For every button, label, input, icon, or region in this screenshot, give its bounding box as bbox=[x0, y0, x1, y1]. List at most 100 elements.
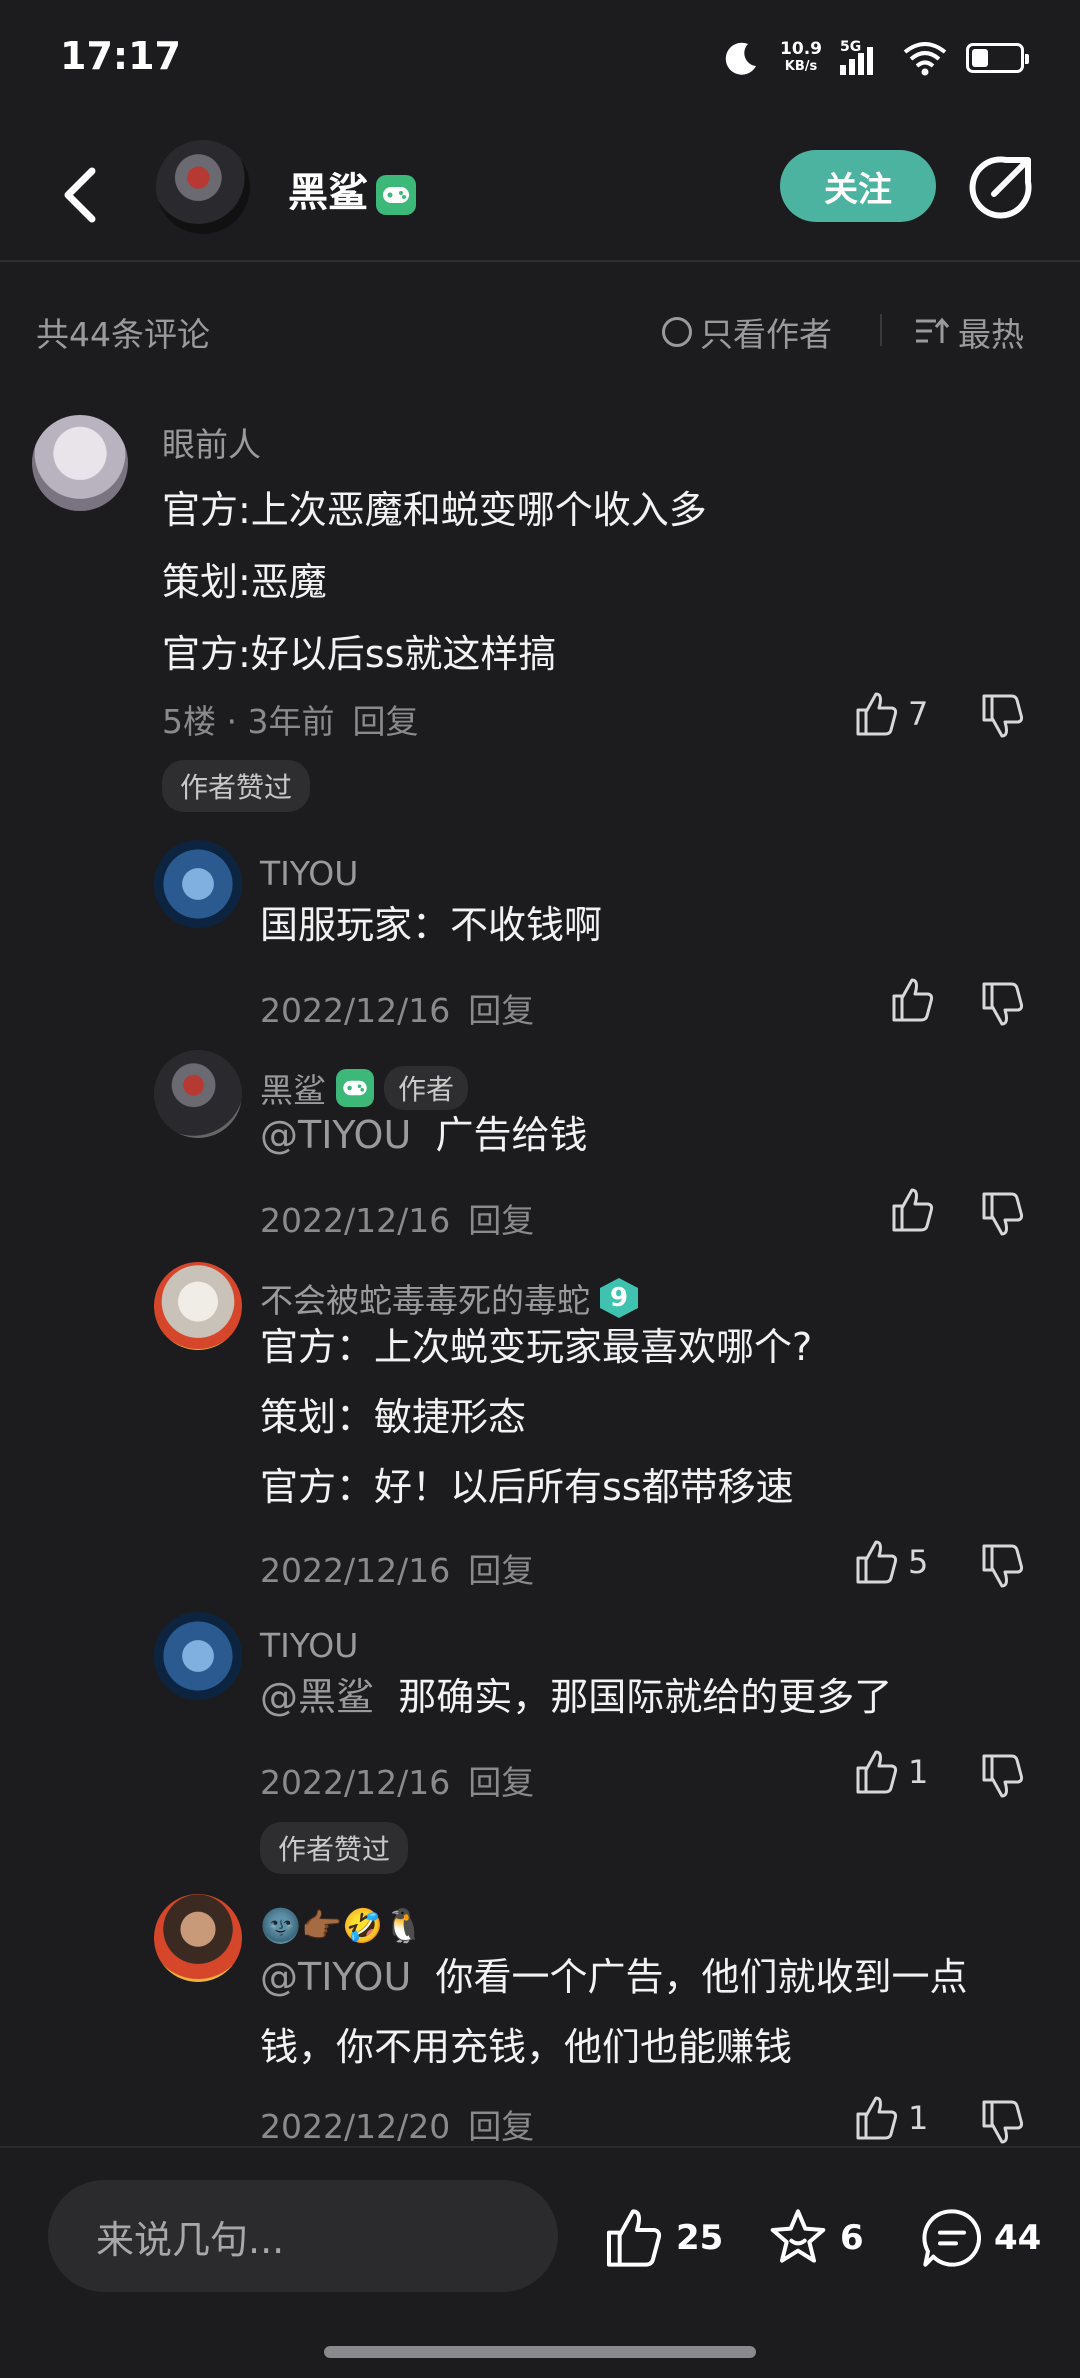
follow-button[interactable]: 关注 bbox=[780, 150, 936, 222]
reply-date: 2022/12/16 bbox=[260, 1763, 451, 1802]
dislike-button[interactable] bbox=[978, 692, 1030, 744]
network-type: 5G bbox=[840, 39, 862, 55]
reply-date: 2022/12/16 bbox=[260, 1551, 451, 1590]
like-button[interactable]: 1 bbox=[852, 2094, 928, 2142]
reply-meta: 2022/12/16 回复 bbox=[260, 984, 534, 1032]
reply-username[interactable]: 🌚👉🏾🤣🐧 bbox=[260, 1906, 424, 1946]
radio-icon bbox=[662, 317, 692, 347]
thumbs-up-icon bbox=[856, 1750, 898, 1794]
avatar[interactable] bbox=[154, 1612, 242, 1700]
comment-toolbar: 共44条评论 只看作者 最热 bbox=[0, 300, 1080, 360]
comments-button[interactable]: 44 bbox=[920, 2206, 1041, 2270]
reply-body: 广告给钱 bbox=[435, 1113, 588, 1157]
reply-button[interactable]: 回复 bbox=[468, 1763, 534, 1802]
comment-count: 44 bbox=[994, 2218, 1042, 2258]
avatar[interactable] bbox=[154, 1262, 242, 1350]
reply-button[interactable]: 回复 bbox=[468, 2107, 534, 2146]
sort-button[interactable]: 最热 bbox=[914, 308, 1024, 356]
reply-body: 那确实，那国际就给的更多了 bbox=[398, 1675, 893, 1719]
like-count: 25 bbox=[676, 2218, 724, 2258]
reply-date: 2022/12/16 bbox=[260, 991, 451, 1030]
reply-text-line-3: 官方：好！以后所有ss都带移速 bbox=[260, 1465, 794, 1509]
battery-icon bbox=[966, 43, 1029, 73]
reply-button[interactable]: 回复 bbox=[352, 702, 418, 741]
comment-text-line-1: 官方:上次恶魔和蜕变哪个收入多 bbox=[162, 488, 707, 532]
back-arrow-icon bbox=[64, 167, 96, 223]
thumbs-up-icon bbox=[892, 978, 934, 1022]
reply-text-line-1: 官方：上次蜕变玩家最喜欢哪个? bbox=[260, 1325, 813, 1369]
like-button[interactable]: 1 bbox=[852, 1748, 928, 1796]
reply-button[interactable]: 回复 bbox=[468, 1201, 534, 1240]
battery-fill bbox=[972, 49, 988, 67]
page-title: 黑鲨 bbox=[288, 170, 368, 216]
like-count: 1 bbox=[908, 1753, 929, 1791]
avatar[interactable] bbox=[154, 840, 242, 928]
avatar[interactable] bbox=[32, 415, 128, 511]
back-button[interactable] bbox=[50, 160, 110, 230]
net-speed: 10.9 KB/s bbox=[780, 40, 822, 76]
mention-link[interactable]: @TIYOU bbox=[260, 1113, 411, 1157]
reply-body: 你看一个广告，他们就收到一点 bbox=[435, 1955, 968, 1999]
mention-link[interactable]: @TIYOU bbox=[260, 1955, 411, 1999]
comment-bubble-icon bbox=[922, 2209, 982, 2267]
favorite-button[interactable]: 6 bbox=[766, 2206, 864, 2270]
comment-meta: 5楼 · 3年前 回复 bbox=[162, 695, 418, 743]
status-bar: 17:17 10.9 KB/s 5G bbox=[0, 0, 1080, 120]
reply-meta: 2022/12/16 回复 bbox=[260, 1544, 534, 1592]
dislike-button[interactable] bbox=[978, 1542, 1030, 1594]
reply-meta: 2022/12/20 回复 bbox=[260, 2100, 534, 2146]
mention-link[interactable]: @黑鲨 bbox=[260, 1675, 374, 1719]
reply-meta: 2022/12/16 回复 bbox=[260, 1194, 534, 1242]
reply-username[interactable]: TIYOU bbox=[260, 854, 358, 893]
home-indicator[interactable] bbox=[324, 2346, 756, 2358]
header-user[interactable]: 黑鲨 bbox=[288, 160, 416, 218]
reply-button[interactable]: 回复 bbox=[468, 1551, 534, 1590]
reply-date: 2022/12/20 bbox=[260, 2107, 451, 2146]
bottom-bar: 来说几句... 25 6 44 bbox=[0, 2146, 1080, 2378]
dislike-button[interactable] bbox=[978, 1190, 1030, 1242]
reply-item: 黑鲨 作者 @TIYOU 广告给钱 2022/12/16 回复 bbox=[0, 1050, 1080, 1250]
avatar[interactable] bbox=[154, 1050, 242, 1138]
thumbs-up-icon bbox=[607, 2209, 662, 2267]
share-icon[interactable] bbox=[966, 152, 1036, 222]
like-button[interactable] bbox=[888, 1186, 936, 1234]
header: 黑鲨 关注 bbox=[0, 130, 1080, 262]
dislike-button[interactable] bbox=[978, 980, 1030, 1032]
reply-date: 2022/12/16 bbox=[260, 1201, 451, 1240]
thumbs-down-icon bbox=[982, 1544, 1024, 1588]
dislike-button[interactable] bbox=[978, 1752, 1030, 1804]
comment-text-line-3: 官方:好以后ss就这样搞 bbox=[162, 632, 557, 676]
dislike-button[interactable] bbox=[978, 2098, 1030, 2146]
like-count: 7 bbox=[908, 695, 929, 733]
thumbs-down-icon bbox=[982, 982, 1024, 1026]
thumbs-down-icon bbox=[982, 694, 1024, 738]
reply-username[interactable]: TIYOU bbox=[260, 1626, 358, 1665]
thumbs-up-icon bbox=[892, 1188, 934, 1232]
reply-meta: 2022/12/16 回复 bbox=[260, 1756, 534, 1804]
star-icon bbox=[770, 2209, 826, 2263]
comment-floor-time: 5楼 · 3年前 bbox=[162, 702, 335, 741]
avatar[interactable] bbox=[156, 140, 250, 234]
reply-text: @黑鲨 那确实，那国际就给的更多了 bbox=[260, 1662, 892, 1732]
comment-username[interactable]: 眼前人 bbox=[162, 418, 261, 466]
sort-icon bbox=[916, 317, 950, 343]
moon-icon bbox=[722, 38, 762, 78]
like-button[interactable]: 5 bbox=[852, 1538, 928, 1586]
comment-count: 共44条评论 bbox=[36, 315, 210, 354]
like-count: 5 bbox=[908, 1543, 929, 1581]
comment-input[interactable]: 来说几句... bbox=[48, 2180, 558, 2292]
avatar[interactable] bbox=[154, 1894, 242, 1982]
like-count: 1 bbox=[908, 2099, 929, 2137]
thumbs-down-icon bbox=[982, 2100, 1024, 2144]
like-post-button[interactable]: 25 bbox=[600, 2206, 723, 2270]
author-only-label: 只看作者 bbox=[700, 315, 832, 354]
author-liked-tag: 作者赞过 bbox=[162, 760, 311, 812]
reply-item: 🌚👉🏾🤣🐧 @TIYOU 你看一个广告，他们就收到一点 钱，你不用充钱，他们也能… bbox=[0, 1892, 1080, 2146]
like-button[interactable] bbox=[888, 976, 936, 1024]
author-only-toggle[interactable]: 只看作者 bbox=[662, 308, 832, 356]
like-button[interactable]: 7 bbox=[852, 690, 928, 738]
author-liked-tag: 作者赞过 bbox=[260, 1822, 409, 1874]
comment-main: 眼前人 官方:上次恶魔和蜕变哪个收入多 策划:恶魔 官方:好以后ss就这样搞 5… bbox=[0, 400, 1080, 820]
reply-button[interactable]: 回复 bbox=[468, 991, 534, 1030]
status-time: 17:17 bbox=[60, 34, 181, 78]
